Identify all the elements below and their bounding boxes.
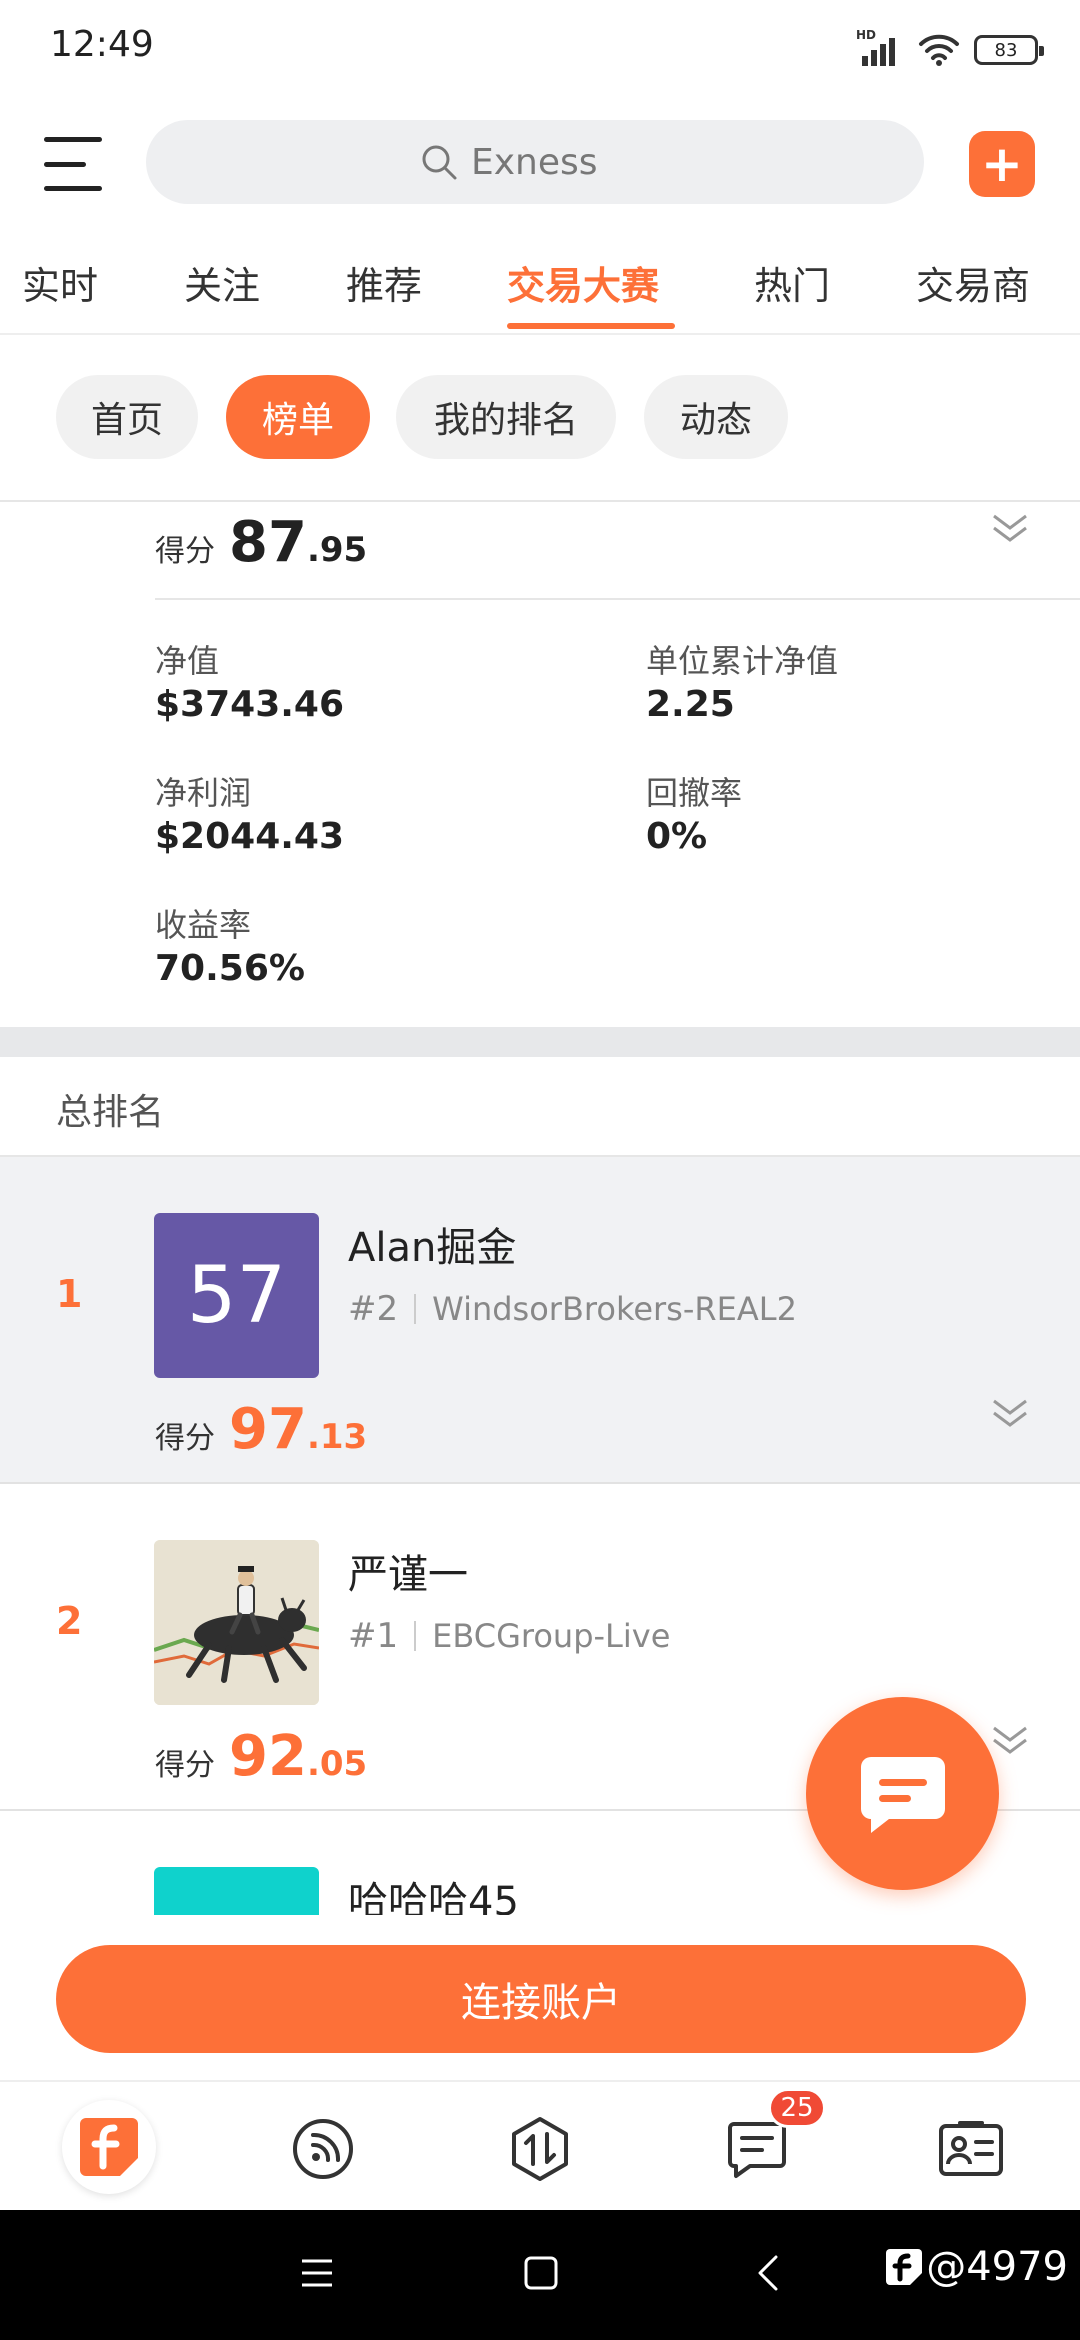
stat-label-drawdown: 回撤率 [646, 774, 743, 812]
add-button[interactable]: + [969, 131, 1035, 197]
subtab-leaderboard[interactable]: 榜单 [226, 375, 370, 459]
chat-bubble-icon [860, 1756, 945, 1833]
rank-number: 2 [56, 1599, 83, 1643]
main-tabs: 实时 关注 推荐 交易大赛 热门 交易商 [0, 245, 1080, 335]
profile-card-icon [939, 2121, 1003, 2176]
status-icons: HD 83 [856, 28, 1044, 70]
plus-icon: + [981, 135, 1023, 193]
tab-realtime[interactable]: 实时 [22, 255, 98, 310]
top-bar: + [0, 115, 1080, 211]
wifi-icon [919, 34, 959, 66]
my-score: 得分 87 .95 [155, 510, 367, 575]
tab-recommended[interactable]: 推荐 [346, 255, 422, 310]
subtab-home[interactable]: 首页 [56, 375, 198, 459]
trader-score: 得分 97 .13 [155, 1397, 367, 1462]
chevron-down-icon[interactable] [990, 512, 1030, 546]
broker-info: #2 WindsorBrokers-REAL2 [348, 1289, 797, 1329]
recent-apps-icon[interactable] [300, 2258, 334, 2288]
trader-score: 得分 92 .05 [155, 1724, 367, 1789]
score-label: 得分 [155, 1421, 215, 1456]
chat-fab-button[interactable] [806, 1697, 999, 1890]
trader-name[interactable]: Alan掘金 [348, 1215, 516, 1273]
broker-name: WindsorBrokers-REAL2 [432, 1290, 797, 1328]
nav-feed[interactable] [278, 2104, 368, 2194]
back-icon[interactable] [756, 2254, 780, 2292]
menu-icon[interactable] [44, 137, 104, 191]
score-decimal: .13 [306, 1417, 368, 1457]
section-separator [0, 1027, 1080, 1057]
score-decimal: .05 [306, 1744, 368, 1784]
bottom-nav: 25 [0, 2080, 1080, 2210]
fx-logo-icon [80, 2118, 138, 2176]
tab-trading-contest[interactable]: 交易大赛 [507, 255, 659, 310]
bottom-action-area: 连接账户 [0, 1915, 1080, 2080]
feed-broadcast-icon [293, 2119, 353, 2179]
watermark-text: @4979 [926, 2244, 1068, 2290]
divider [0, 500, 1080, 502]
tab-hot[interactable]: 热门 [754, 255, 830, 310]
section-title-overall-ranking: 总排名 [56, 1092, 165, 1133]
trader-name[interactable]: 严谨一 [348, 1542, 468, 1600]
stat-label-return-rate: 收益率 [155, 906, 252, 944]
divider [155, 598, 1080, 600]
stat-value-drawdown: 0% [646, 816, 708, 857]
score-decimal: .95 [306, 530, 368, 570]
stat-value-return-rate: 70.56% [155, 948, 305, 989]
battery-icon: 83 [974, 35, 1044, 65]
chevron-down-icon[interactable] [990, 1397, 1030, 1431]
subtab-my-ranking[interactable]: 我的排名 [396, 375, 616, 459]
sub-tabs: 首页 榜单 我的排名 动态 [0, 375, 1080, 461]
messages-badge: 25 [768, 2088, 826, 2128]
score-label: 得分 [155, 534, 215, 569]
search-input[interactable] [471, 141, 651, 183]
stat-value-unit-nav: 2.25 [646, 684, 735, 725]
avatar[interactable] [154, 1540, 319, 1705]
score-integer: 92 [229, 1724, 307, 1789]
score-integer: 97 [229, 1397, 307, 1462]
message-icon [728, 2122, 786, 2178]
nav-trade[interactable] [495, 2104, 585, 2194]
status-time: 12:49 [50, 24, 154, 65]
score-integer: 87 [229, 510, 307, 575]
active-tab-indicator [507, 323, 675, 329]
rank-number: 1 [56, 1272, 83, 1316]
nav-home[interactable] [62, 2100, 156, 2194]
avatar[interactable]: 57 [154, 1213, 319, 1378]
broker-rank: #2 [348, 1289, 399, 1329]
subtab-activity[interactable]: 动态 [644, 375, 788, 459]
chevron-down-icon[interactable] [990, 1724, 1030, 1758]
nav-profile[interactable] [926, 2104, 1016, 2194]
watermark: @4979 [884, 2244, 1068, 2290]
bull-rider-image [154, 1540, 319, 1705]
stat-label-net-profit: 净利润 [155, 774, 252, 812]
connect-account-button[interactable]: 连接账户 [56, 1945, 1026, 2053]
status-bar: 12:49 HD 83 [0, 0, 1080, 100]
trade-exchange-icon [512, 2117, 568, 2181]
search-icon [422, 145, 457, 180]
stat-value-net-value: $3743.46 [155, 684, 345, 725]
broker-info: #1 EBCGroup-Live [348, 1616, 670, 1656]
fx-logo-icon [886, 2249, 923, 2285]
stat-label-net-value: 净值 [155, 642, 220, 680]
cellular-signal-icon: HD [856, 28, 904, 68]
ranking-row-1[interactable]: 1 57 Alan掘金 #2 WindsorBrokers-REAL2 得分 9… [0, 1157, 1080, 1484]
broker-rank: #1 [348, 1616, 399, 1656]
home-square-icon[interactable] [524, 2256, 558, 2290]
score-label: 得分 [155, 1748, 215, 1783]
tab-following[interactable]: 关注 [184, 255, 260, 310]
stat-label-unit-nav: 单位累计净值 [646, 642, 839, 680]
search-bar[interactable] [146, 120, 924, 204]
tab-brokers[interactable]: 交易商 [916, 255, 1030, 310]
broker-name: EBCGroup-Live [432, 1617, 671, 1655]
stat-value-net-profit: $2044.43 [155, 816, 345, 857]
